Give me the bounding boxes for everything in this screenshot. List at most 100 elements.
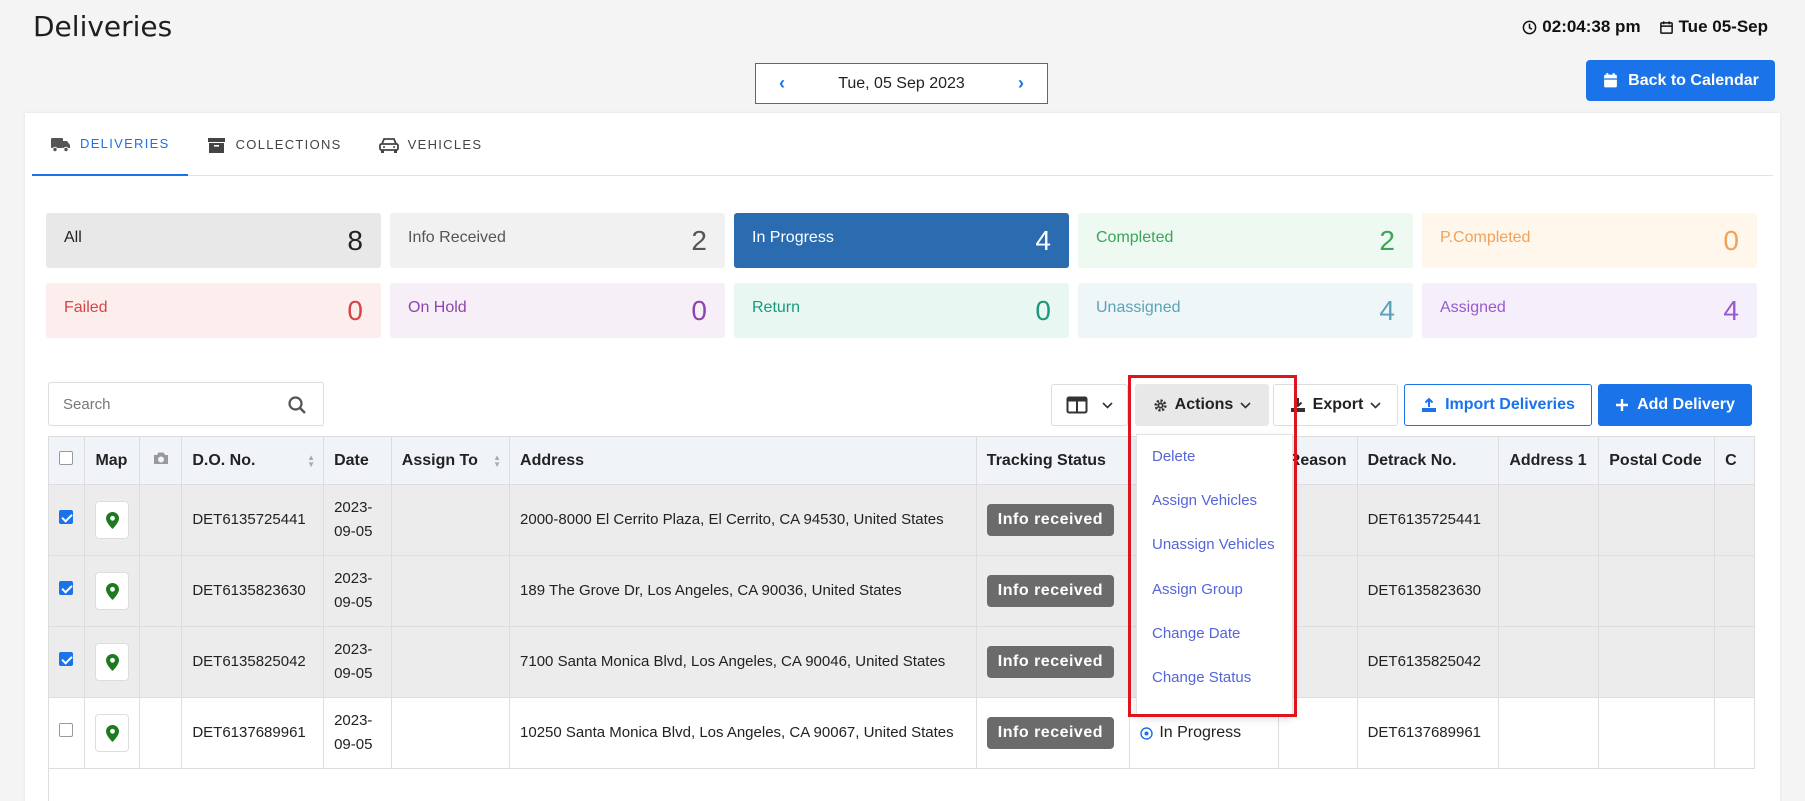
header-clock: 02:04:38 pm Tue 05-Sep <box>1522 17 1768 37</box>
more-cell <box>1714 484 1755 556</box>
search-icon[interactable] <box>287 395 307 415</box>
time-display: 02:04:38 pm <box>1522 17 1641 37</box>
date-cell: 2023-09-05 <box>323 484 392 556</box>
more-cell <box>1714 697 1755 769</box>
tab-vehicles[interactable]: VEHICLES <box>360 113 501 176</box>
col-do-no[interactable]: D.O. No. ▲ ▼ <box>181 436 325 485</box>
page-title: Deliveries <box>33 10 173 43</box>
map-pin-button[interactable] <box>95 572 130 610</box>
table-row[interactable]: DET6137689961 2023-09-05 10250 Santa Monic… <box>49 697 1755 769</box>
assign-to-cell <box>391 626 511 698</box>
status-filter-assigned[interactable]: Assigned 4 <box>1422 283 1757 338</box>
status-filter-in-progress[interactable]: In Progress 4 <box>734 213 1069 268</box>
map-pin-icon <box>105 724 119 742</box>
actions-button[interactable]: Actions <box>1135 384 1269 426</box>
status-filter-count: 4 <box>1723 294 1739 326</box>
more-cell <box>1714 626 1755 698</box>
tracking-status-cell: Info received <box>976 555 1131 627</box>
progress-dot-icon <box>1140 726 1154 740</box>
add-delivery-button[interactable]: Add Delivery <box>1598 384 1752 426</box>
gear-icon <box>1154 398 1167 412</box>
date-cell: 2023-09-05 <box>323 626 392 698</box>
status-filter-count: 2 <box>691 224 707 256</box>
chevron-down-icon <box>1240 401 1251 409</box>
back-to-calendar-label: Back to Calendar <box>1628 71 1759 89</box>
status-filter-on-hold[interactable]: On Hold 0 <box>390 283 725 338</box>
photo-cell <box>139 484 183 556</box>
tab-bar: DELIVERIES COLLECTIONS VEHICLES <box>32 113 1773 176</box>
map-pin-button[interactable] <box>95 501 130 539</box>
select-all-header[interactable] <box>49 436 86 485</box>
menu-item-assign-group[interactable]: Assign Group <box>1152 581 1243 598</box>
assign-to-cell <box>391 555 511 627</box>
tracking-status-badge: Info received <box>986 504 1114 536</box>
table-header-row: Map D.O. No. ▲ ▼ Date Assign To ▲ ▼ Address … <box>49 436 1755 485</box>
col-date: Date <box>323 436 392 485</box>
address-1-cell <box>1498 555 1600 627</box>
search-input[interactable] <box>49 383 269 425</box>
date-nav-label[interactable]: Tue, 05 Sep 2023 <box>838 75 965 93</box>
date-cell: 2023-09-05 <box>323 697 392 769</box>
photo-cell <box>139 697 183 769</box>
address-1-cell <box>1498 626 1600 698</box>
detrack-no-cell: DET6135825042 <box>1357 626 1500 698</box>
status-filter-count: 0 <box>691 294 707 326</box>
status-filter-label: In Progress <box>752 228 834 246</box>
date-cell: 2023-09-05 <box>323 555 392 627</box>
col-photo <box>139 436 183 485</box>
status-filter-all[interactable]: All 8 <box>46 213 381 268</box>
detrack-no-cell: DET6135823630 <box>1357 555 1500 627</box>
tab-deliveries[interactable]: DELIVERIES <box>32 113 188 176</box>
table-row[interactable]: DET6135823630 2023-09-05 189 The Grove Dr,… <box>49 555 1755 627</box>
status-filter-label: P.Completed <box>1440 228 1531 246</box>
status-filter-info-received[interactable]: Info Received 2 <box>390 213 725 268</box>
status-filter-label: Assigned <box>1440 298 1506 316</box>
next-date-button[interactable]: › <box>1013 73 1029 94</box>
status-filter-label: Return <box>752 298 801 316</box>
row-checkbox[interactable] <box>59 510 73 524</box>
date-display: Tue 05-Sep <box>1659 17 1768 37</box>
col-assign-to-label: Assign To <box>401 451 478 469</box>
do-no-cell: DET6135823630 <box>181 555 325 627</box>
map-pin-icon <box>105 511 119 529</box>
detrack-no-cell: DET6137689961 <box>1357 697 1500 769</box>
menu-item-change-date[interactable]: Change Date <box>1152 625 1240 642</box>
col-postal-code: Postal Code <box>1598 436 1716 485</box>
status-filter-grid: All 8 Info Received 2 In Progress 4 Completed 2… <box>46 213 1757 338</box>
status-filter-unassigned[interactable]: Unassigned 4 <box>1078 283 1413 338</box>
prev-date-button[interactable]: ‹ <box>774 73 790 94</box>
menu-item-delete[interactable]: Delete <box>1152 448 1195 465</box>
menu-item-unassign-vehicles[interactable]: Unassign Vehicles <box>1152 536 1275 553</box>
address-cell: 2000-8000 El Cerrito Plaza, El Cerrito, … <box>509 484 977 556</box>
row-checkbox[interactable] <box>59 723 73 737</box>
back-to-calendar-button[interactable]: Back to Calendar <box>1586 60 1775 101</box>
tab-collections[interactable]: COLLECTIONS <box>188 113 360 176</box>
col-detrack-no: Detrack No. <box>1357 436 1500 485</box>
status-filter-p-completed[interactable]: P.Completed 0 <box>1422 213 1757 268</box>
menu-item-assign-vehicles[interactable]: Assign Vehicles <box>1152 492 1257 509</box>
status-filter-completed[interactable]: Completed 2 <box>1078 213 1413 268</box>
status-filter-count: 4 <box>1035 224 1051 256</box>
status-filter-failed[interactable]: Failed 0 <box>46 283 381 338</box>
column-toggle-button[interactable] <box>1051 384 1128 426</box>
select-all-checkbox[interactable] <box>59 451 73 465</box>
table-row[interactable]: DET6135725441 2023-09-05 2000-8000 El Cerr… <box>49 484 1755 556</box>
import-deliveries-button[interactable]: Import Deliveries <box>1404 384 1592 426</box>
tracking-status-cell: Info received <box>976 697 1131 769</box>
deliveries-table: Map D.O. No. ▲ ▼ Date Assign To ▲ ▼ Address … <box>49 436 1755 769</box>
date-navigator: ‹ Tue, 05 Sep 2023 › <box>755 63 1048 104</box>
tracking-status-cell: Info received <box>976 626 1131 698</box>
photo-cell <box>139 626 183 698</box>
menu-item-change-status[interactable]: Change Status <box>1152 669 1251 686</box>
status-filter-count: 8 <box>347 224 363 256</box>
row-checkbox[interactable] <box>59 652 73 666</box>
status-filter-return[interactable]: Return 0 <box>734 283 1069 338</box>
col-assign-to[interactable]: Assign To ▲ ▼ <box>391 436 511 485</box>
table-row[interactable]: DET6135825042 2023-09-05 7100 Santa Monica… <box>49 626 1755 698</box>
map-pin-button[interactable] <box>95 714 130 752</box>
map-pin-button[interactable] <box>95 643 130 681</box>
current-date: Tue 05-Sep <box>1678 17 1768 36</box>
postal-code-cell <box>1598 697 1716 769</box>
row-checkbox[interactable] <box>59 581 73 595</box>
export-button[interactable]: Export <box>1273 384 1398 426</box>
